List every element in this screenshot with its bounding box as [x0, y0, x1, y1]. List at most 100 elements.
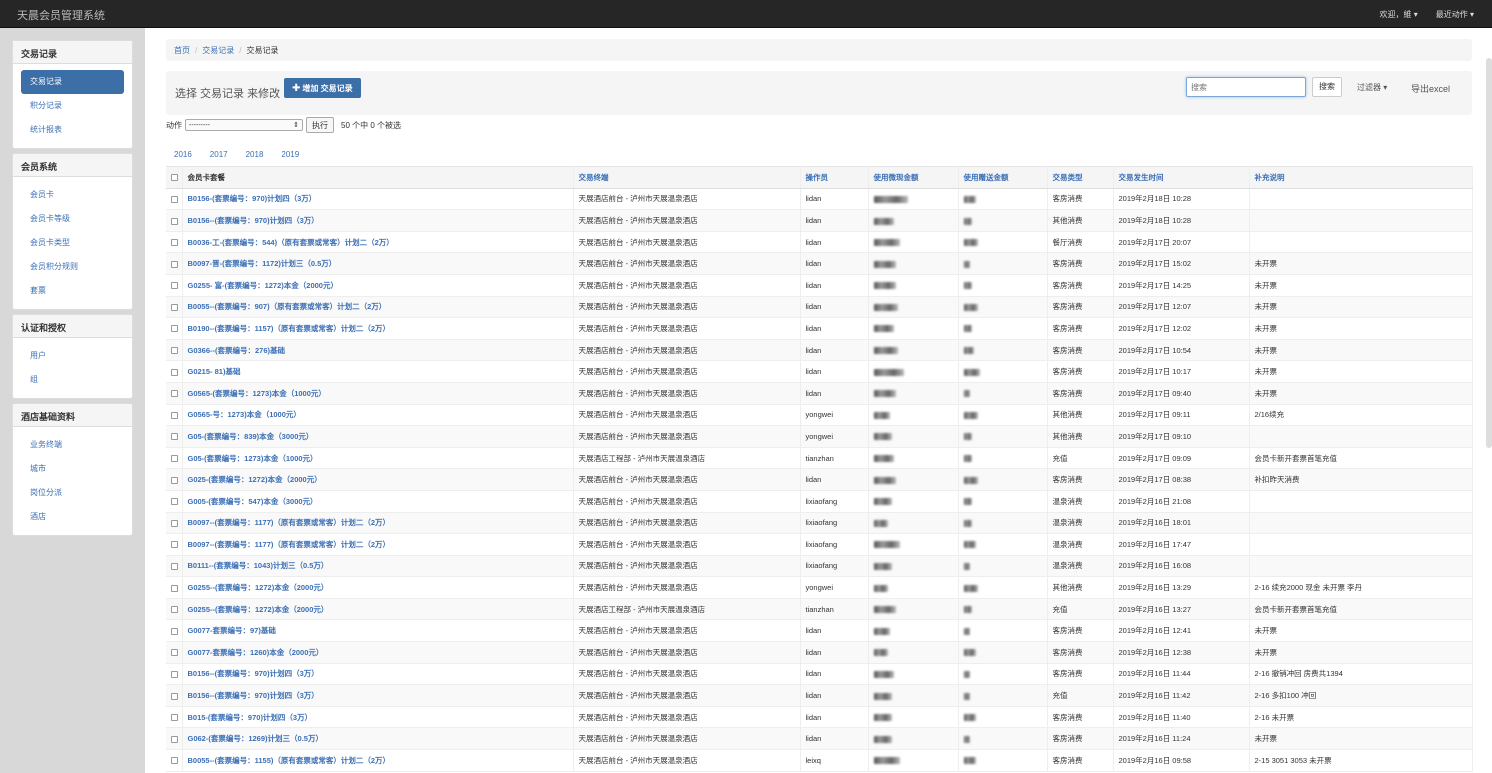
row-checkbox[interactable] — [171, 606, 178, 614]
search-input[interactable] — [1186, 77, 1306, 97]
table-row[interactable]: G0077-套票编号：1260)本金（2000元） 天展酒店前台 - 泸州市天展温… — [166, 641, 1473, 664]
add-record-button[interactable]: ✚ 增加 交易记录 — [284, 78, 361, 98]
row-checkbox[interactable] — [171, 692, 178, 700]
table-row[interactable]: G0255--(套票编号：1272)本金（2000元） 天展酒店前台 - 泸州市天… — [166, 576, 1473, 599]
table-row[interactable]: G0255--(套票编号：1272)本金（2000元） 天展酒店工程部 - 泸州市… — [166, 598, 1473, 621]
sidebar-item[interactable]: 统计报表 — [21, 118, 124, 142]
table-row[interactable]: B0097-晋-(套票编号：1172)计划三（0.5万） 天展酒店前台 - 泸州市… — [166, 252, 1473, 275]
table-row[interactable]: G0255- 富-(套票编号：1272)本金（2000元） 天展酒店前台 - 泸州… — [166, 274, 1473, 297]
sidebar-item[interactable]: 城市 — [21, 457, 124, 481]
card-package-link[interactable]: G05-(套票编号：1273)本金（1000元） — [188, 454, 318, 463]
row-checkbox[interactable] — [171, 411, 178, 419]
table-row[interactable]: G05-(套票编号：839)本金（3000元） 天展酒店前台 - 泸州市天展温泉酒… — [166, 425, 1473, 448]
sidebar-item[interactable]: 酒店 — [21, 505, 124, 529]
recent-actions-menu[interactable]: 最近动作 ▾ — [1436, 9, 1474, 20]
row-checkbox[interactable] — [171, 735, 178, 743]
row-checkbox[interactable] — [171, 714, 178, 722]
card-package-link[interactable]: B015-(套票编号：970)计划四（3万） — [188, 713, 313, 722]
column-header[interactable]: 使用微现金额 — [868, 166, 959, 189]
row-checkbox[interactable] — [171, 282, 178, 290]
sidebar-item[interactable]: 用户 — [21, 344, 124, 368]
card-package-link[interactable]: G0366--(套票编号：276)基础 — [188, 346, 286, 355]
row-checkbox[interactable] — [171, 433, 178, 441]
sidebar-item[interactable]: 交易记录 — [21, 70, 124, 94]
table-row[interactable]: B0036-工-(套票编号：544)（原有套票或常客）计划二（2万） 天展酒店前台… — [166, 231, 1473, 254]
breadcrumb-section[interactable]: 交易记录 — [202, 46, 234, 55]
row-checkbox[interactable] — [171, 541, 178, 549]
row-checkbox[interactable] — [171, 195, 178, 203]
sidebar-item[interactable]: 会员卡类型 — [21, 231, 124, 255]
sidebar-item[interactable]: 套票 — [21, 279, 124, 303]
card-package-link[interactable]: G0565-号：1273)本金（1000元） — [188, 410, 301, 419]
table-row[interactable]: G0366--(套票编号：276)基础 天展酒店前台 - 泸州市天展温泉酒店 lid… — [166, 339, 1473, 362]
card-package-link[interactable]: B0055--(套票编号：907)（原有套票或常客）计划二（2万） — [188, 302, 387, 311]
table-row[interactable]: G025-(套票编号：1272)本金（2000元） 天展酒店前台 - 泸州市天展温… — [166, 468, 1473, 491]
column-header[interactable]: 交易终端 — [573, 166, 801, 189]
table-row[interactable]: B0156-(套票编号：970)计划四（3万） 天展酒店前台 - 泸州市天展温泉酒… — [166, 188, 1473, 211]
table-row[interactable]: G0565-(套票编号：1273)本金（1000元） 天展酒店前台 - 泸州市天展… — [166, 382, 1473, 405]
column-header[interactable]: 操作员 — [800, 166, 869, 189]
row-checkbox[interactable] — [171, 303, 178, 311]
table-row[interactable]: B0055--(套票编号：907)（原有套票或常客）计划二（2万） 天展酒店前台 … — [166, 296, 1473, 319]
row-checkbox[interactable] — [171, 368, 178, 376]
card-package-link[interactable]: B0156-(套票编号：970)计划四（3万） — [188, 194, 317, 203]
card-package-link[interactable]: B0156--(套票编号：970)计划四（3万） — [188, 669, 319, 678]
card-package-link[interactable]: G0077-套票编号：97)基础 — [188, 626, 276, 635]
sidebar-item[interactable]: 会员卡 — [21, 183, 124, 207]
row-checkbox[interactable] — [171, 498, 178, 506]
sidebar-item[interactable]: 会员积分规则 — [21, 255, 124, 279]
filter-dropdown[interactable]: 过滤器 ▾ — [1357, 82, 1387, 93]
row-checkbox[interactable] — [171, 476, 178, 484]
card-package-link[interactable]: B0097-晋-(套票编号：1172)计划三（0.5万） — [188, 259, 337, 268]
card-package-link[interactable]: G062-(套票编号：1269)计划三（0.5万） — [188, 734, 323, 743]
card-package-link[interactable]: B0097--(套票编号：1177)（原有套票或常客）计划二（2万） — [188, 518, 391, 527]
row-checkbox[interactable] — [171, 260, 178, 268]
card-package-link[interactable]: G005-(套票编号：547)本金（3000元） — [188, 497, 318, 506]
year-link[interactable]: 2017 — [210, 150, 228, 159]
sidebar-item[interactable]: 组 — [21, 368, 124, 392]
card-package-link[interactable]: B0111--(套票编号：1043)计划三（0.5万） — [188, 561, 329, 570]
year-link[interactable]: 2016 — [174, 150, 192, 159]
card-package-link[interactable]: G0255--(套票编号：1272)本金（2000元） — [188, 583, 329, 592]
table-row[interactable]: B0111--(套票编号：1043)计划三（0.5万） 天展酒店前台 - 泸州市天… — [166, 555, 1473, 578]
table-row[interactable]: G0565-号：1273)本金（1000元） 天展酒店前台 - 泸州市天展温泉酒店… — [166, 404, 1473, 427]
card-package-link[interactable]: G0565-(套票编号：1273)本金（1000元） — [188, 389, 326, 398]
row-checkbox[interactable] — [171, 455, 178, 463]
table-row[interactable]: B0097--(套票编号：1177)（原有套票或常客）计划二（2万） 天展酒店前台… — [166, 533, 1473, 556]
scrollbar[interactable] — [1486, 58, 1492, 448]
table-row[interactable]: G005-(套票编号：547)本金（3000元） 天展酒店前台 - 泸州市天展温泉… — [166, 490, 1473, 513]
table-row[interactable]: B015-(套票编号：970)计划四（3万） 天展酒店前台 - 泸州市天展温泉酒店… — [166, 706, 1473, 729]
card-package-link[interactable]: B0036-工-(套票编号：544)（原有套票或常客）计划二（2万） — [188, 238, 394, 247]
card-package-link[interactable]: B0055--(套票编号：1155)（原有套票或常客）计划二（2万） — [188, 756, 391, 765]
card-package-link[interactable]: G0215- 81)基础 — [188, 367, 241, 376]
sidebar-item[interactable]: 岗位分派 — [21, 481, 124, 505]
card-package-link[interactable]: G05-(套票编号：839)本金（3000元） — [188, 432, 314, 441]
column-header[interactable]: 交易类型 — [1047, 166, 1114, 189]
execute-button[interactable]: 执行 — [306, 117, 334, 133]
card-package-link[interactable]: G0077-套票编号：1260)本金（2000元） — [188, 648, 324, 657]
column-header[interactable]: 交易发生时间 — [1113, 166, 1250, 189]
row-checkbox[interactable] — [171, 325, 178, 333]
row-checkbox[interactable] — [171, 627, 178, 635]
card-package-link[interactable]: G0255--(套票编号：1272)本金（2000元） — [188, 605, 329, 614]
row-checkbox[interactable] — [171, 757, 178, 765]
table-row[interactable]: B0156--(套票编号：970)计划四（3万） 天展酒店前台 - 泸州市天展温泉… — [166, 684, 1473, 707]
table-row[interactable]: B0097--(套票编号：1177)（原有套票或常客）计划二（2万） 天展酒店前台… — [166, 512, 1473, 535]
table-row[interactable]: B0190--(套票编号：1157)（原有套票或常客）计划二（2万） 天展酒店前台… — [166, 317, 1473, 340]
column-header[interactable]: 会员卡套餐 — [182, 166, 574, 189]
card-package-link[interactable]: B0097--(套票编号：1177)（原有套票或常客）计划二（2万） — [188, 540, 391, 549]
sidebar-item[interactable]: 积分记录 — [21, 94, 124, 118]
card-package-link[interactable]: B0190--(套票编号：1157)（原有套票或常客）计划二（2万） — [188, 324, 391, 333]
search-button[interactable]: 搜索 — [1312, 77, 1342, 97]
row-checkbox[interactable] — [171, 563, 178, 570]
card-package-link[interactable]: B0156--(套票编号：970)计划四（3万） — [188, 216, 319, 225]
select-all-checkbox[interactable] — [171, 174, 178, 182]
row-checkbox[interactable] — [171, 584, 178, 592]
app-title[interactable]: 天晨会员管理系统 — [17, 7, 105, 23]
year-link[interactable]: 2018 — [246, 150, 264, 159]
welcome-user[interactable]: 欢迎，維 ▾ — [1380, 9, 1418, 20]
row-checkbox[interactable] — [171, 239, 178, 247]
table-row[interactable]: B0156--(套票编号：970)计划四（3万） 天展酒店前台 - 泸州市天展温泉… — [166, 663, 1473, 686]
sidebar-item[interactable]: 会员卡等级 — [21, 207, 124, 231]
row-checkbox[interactable] — [171, 519, 178, 527]
